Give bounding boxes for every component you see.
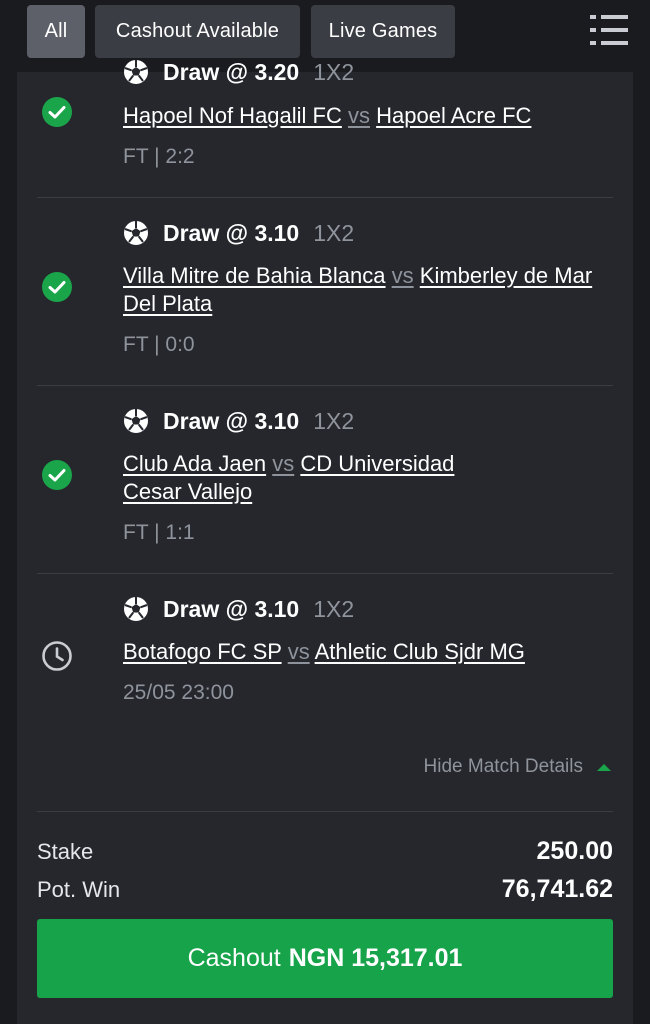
soccer-ball-icon (124, 60, 148, 84)
divider (37, 197, 613, 198)
divider (37, 573, 613, 574)
bet-card: Draw @ 3.20 1X2 Hapoel Nof Hagalil FC vs… (17, 59, 633, 1024)
potential-win-value: 76,741.62 (501, 875, 613, 903)
list-menu-icon[interactable] (590, 14, 628, 48)
home-team-link[interactable]: Botafogo FC SP (123, 639, 282, 664)
cashout-button[interactable]: Cashout NGN 15,317.01 (37, 919, 613, 998)
match-teams: Villa Mitre de Bahia Blanca vs Kimberley… (123, 262, 613, 318)
stake-label: Stake (37, 839, 94, 864)
vs-label: vs (287, 639, 310, 664)
home-team-link[interactable]: Club Ada Jaen (123, 451, 266, 476)
kickoff-time: 25/05 23:00 (123, 681, 234, 704)
hide-match-details-label: Hide Match Details (423, 756, 583, 777)
pick-odds: Draw @ 3.20 (163, 58, 300, 85)
away-team-link[interactable]: Athletic Club Sjdr MG (315, 639, 525, 664)
market-type: 1X2 (313, 58, 355, 85)
divider (37, 385, 613, 386)
soccer-ball-icon (124, 597, 148, 621)
home-team-link[interactable]: Villa Mitre de Bahia Blanca (123, 263, 386, 288)
filter-live-games-tab[interactable]: Live Games (311, 5, 455, 58)
filter-cashout-available-tab[interactable]: Cashout Available (95, 5, 300, 58)
market-row: Draw @ 3.20 1X2 (123, 58, 354, 86)
match-teams: Club Ada Jaen vs CD Universidad Cesar Va… (123, 450, 503, 506)
market-type: 1X2 (313, 595, 355, 622)
pick-odds: Draw @ 3.10 (163, 407, 300, 434)
soccer-ball-icon (124, 221, 148, 245)
pick-odds: Draw @ 3.10 (163, 595, 300, 622)
away-team-link[interactable]: Hapoel Acre FC (376, 103, 531, 128)
market-type: 1X2 (313, 407, 355, 434)
match-teams: Hapoel Nof Hagalil FC vs Hapoel Acre FC (123, 102, 613, 130)
potential-win-label: Pot. Win (37, 877, 121, 902)
vs-label: vs (348, 103, 370, 128)
pick-odds: Draw @ 3.10 (163, 219, 300, 246)
match-result: FT | 1:1 (123, 521, 195, 544)
match-result: FT | 2:2 (123, 145, 195, 168)
cashout-label: Cashout (187, 944, 281, 972)
vs-label: vs (391, 263, 414, 288)
check-icon (42, 460, 72, 490)
clock-icon (42, 641, 72, 671)
match-teams: Botafogo FC SP vs Athletic Club Sjdr MG (123, 638, 613, 666)
market-row: Draw @ 3.10 1X2 (123, 219, 354, 247)
stake-value: 250.00 (536, 837, 613, 865)
market-row: Draw @ 3.10 1X2 (123, 595, 354, 623)
cashout-amount: NGN 15,317.01 (288, 944, 463, 972)
check-icon (42, 272, 72, 302)
divider (37, 811, 613, 812)
caret-up-icon (597, 763, 611, 771)
home-team-link[interactable]: Hapoel Nof Hagalil FC (123, 103, 342, 128)
check-icon (42, 97, 72, 127)
soccer-ball-icon (124, 409, 148, 433)
vs-label: vs (272, 451, 295, 476)
hide-match-details-toggle[interactable]: Hide Match Details (424, 756, 611, 778)
filter-all-tab[interactable]: All (27, 5, 85, 58)
market-row: Draw @ 3.10 1X2 (123, 407, 354, 435)
match-result: FT | 0:0 (123, 333, 195, 356)
market-type: 1X2 (313, 219, 355, 246)
